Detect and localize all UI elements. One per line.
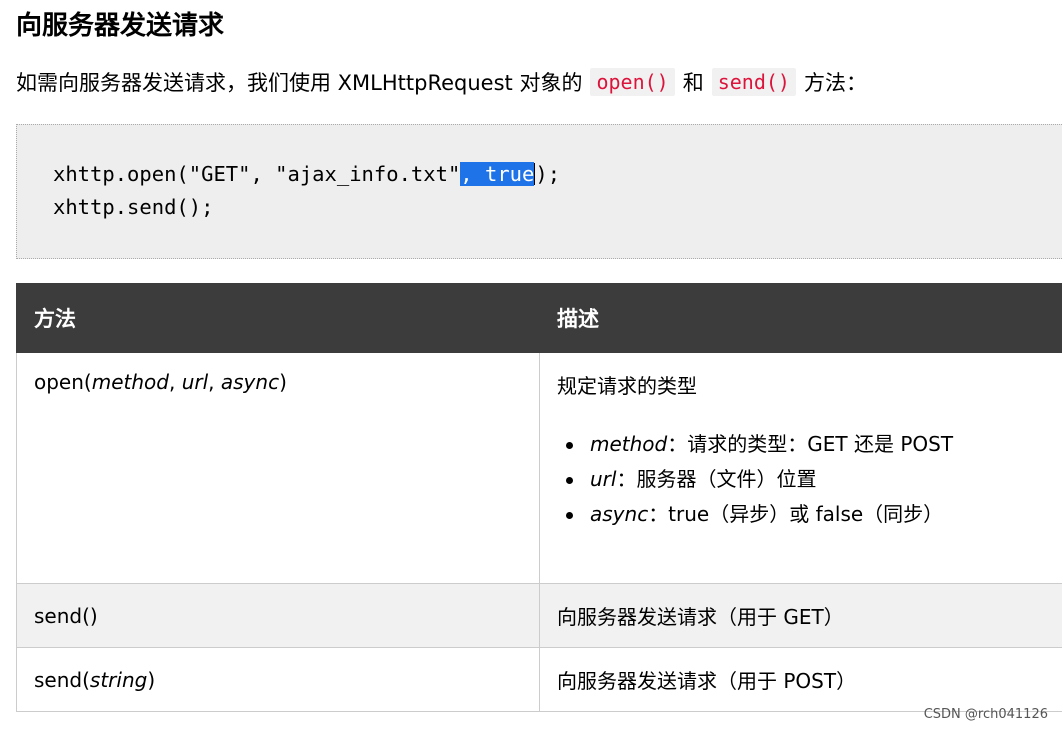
table-row: send() 向服务器发送请求（用于 GET）	[16, 583, 1062, 648]
intro-text-middle: 和	[682, 71, 704, 95]
table-row: open(method, url, async) 规定请求的类型 method：…	[16, 352, 1062, 584]
method-cell: send()	[16, 583, 540, 648]
intro-paragraph: 如需向服务器发送请求，我们使用 XMLHttpRequest 对象的 open(…	[16, 64, 867, 100]
table-header-row: 方法 描述	[16, 283, 1062, 353]
param-list: method：请求的类型：GET 还是 POST url：服务器（文件）位置 a…	[557, 427, 1058, 532]
method-cell: send(string)	[16, 647, 540, 712]
inline-code-open: open()	[590, 68, 675, 96]
code-line-open-end: );	[535, 162, 561, 186]
intro-text-after: 方法：	[803, 71, 867, 95]
param-term: method	[590, 432, 668, 456]
param-async: async	[220, 370, 280, 394]
code-line-send: xhttp.send();	[53, 195, 214, 219]
param-string: string	[89, 667, 148, 692]
param-method: method	[91, 370, 169, 394]
description-text: 规定请求的类型	[557, 374, 697, 398]
description-cell: 规定请求的类型 method：请求的类型：GET 还是 POST url：服务器…	[539, 352, 1062, 584]
selected-text[interactable]: , true	[460, 162, 535, 186]
method-reference-table: 方法 描述 open(method, url, async) 规定请求的类型 m…	[16, 283, 1062, 712]
list-item: url：服务器（文件）位置	[557, 462, 1058, 497]
param-term: url	[590, 467, 617, 491]
column-header-method: 方法	[16, 283, 540, 353]
list-item: method：请求的类型：GET 还是 POST	[557, 427, 1058, 462]
description-cell: 向服务器发送请求（用于 GET）	[539, 583, 1062, 648]
list-item: async：true（异步）或 false（同步）	[557, 497, 1058, 532]
param-url: url	[181, 370, 209, 394]
watermark: CSDN @rch041126	[923, 707, 1048, 722]
param-desc: ：服务器（文件）位置	[616, 467, 817, 491]
method-name: open(	[34, 370, 92, 394]
intro-text-before: 如需向服务器发送请求，我们使用 XMLHttpRequest 对象的	[16, 71, 583, 95]
method-close: )	[147, 667, 156, 692]
table-row: send(string) 向服务器发送请求（用于 POST）	[16, 647, 1062, 712]
section-heading: 向服务器发送请求	[16, 11, 225, 41]
method-cell: open(method, url, async)	[16, 352, 540, 584]
description-cell: 向服务器发送请求（用于 POST）	[539, 647, 1062, 712]
param-desc: ：true（异步）或 false（同步）	[648, 502, 944, 526]
param-term: async	[590, 502, 649, 526]
column-header-description: 描述	[539, 283, 1062, 353]
code-line-open-text: xhttp.open("GET", "ajax_info.txt"	[53, 162, 461, 186]
page: 向服务器发送请求 如需向服务器发送请求，我们使用 XMLHttpRequest …	[0, 0, 1062, 731]
method-close: )	[279, 370, 287, 394]
code-example-box[interactable]: xhttp.open("GET", "ajax_info.txt", true)…	[16, 124, 1062, 259]
param-desc: ：请求的类型：GET 还是 POST	[667, 432, 954, 456]
inline-code-send: send()	[711, 68, 796, 96]
code-line-open: xhttp.open("GET", "ajax_info.txt", true)…	[53, 162, 560, 186]
method-name: send(	[34, 667, 90, 692]
